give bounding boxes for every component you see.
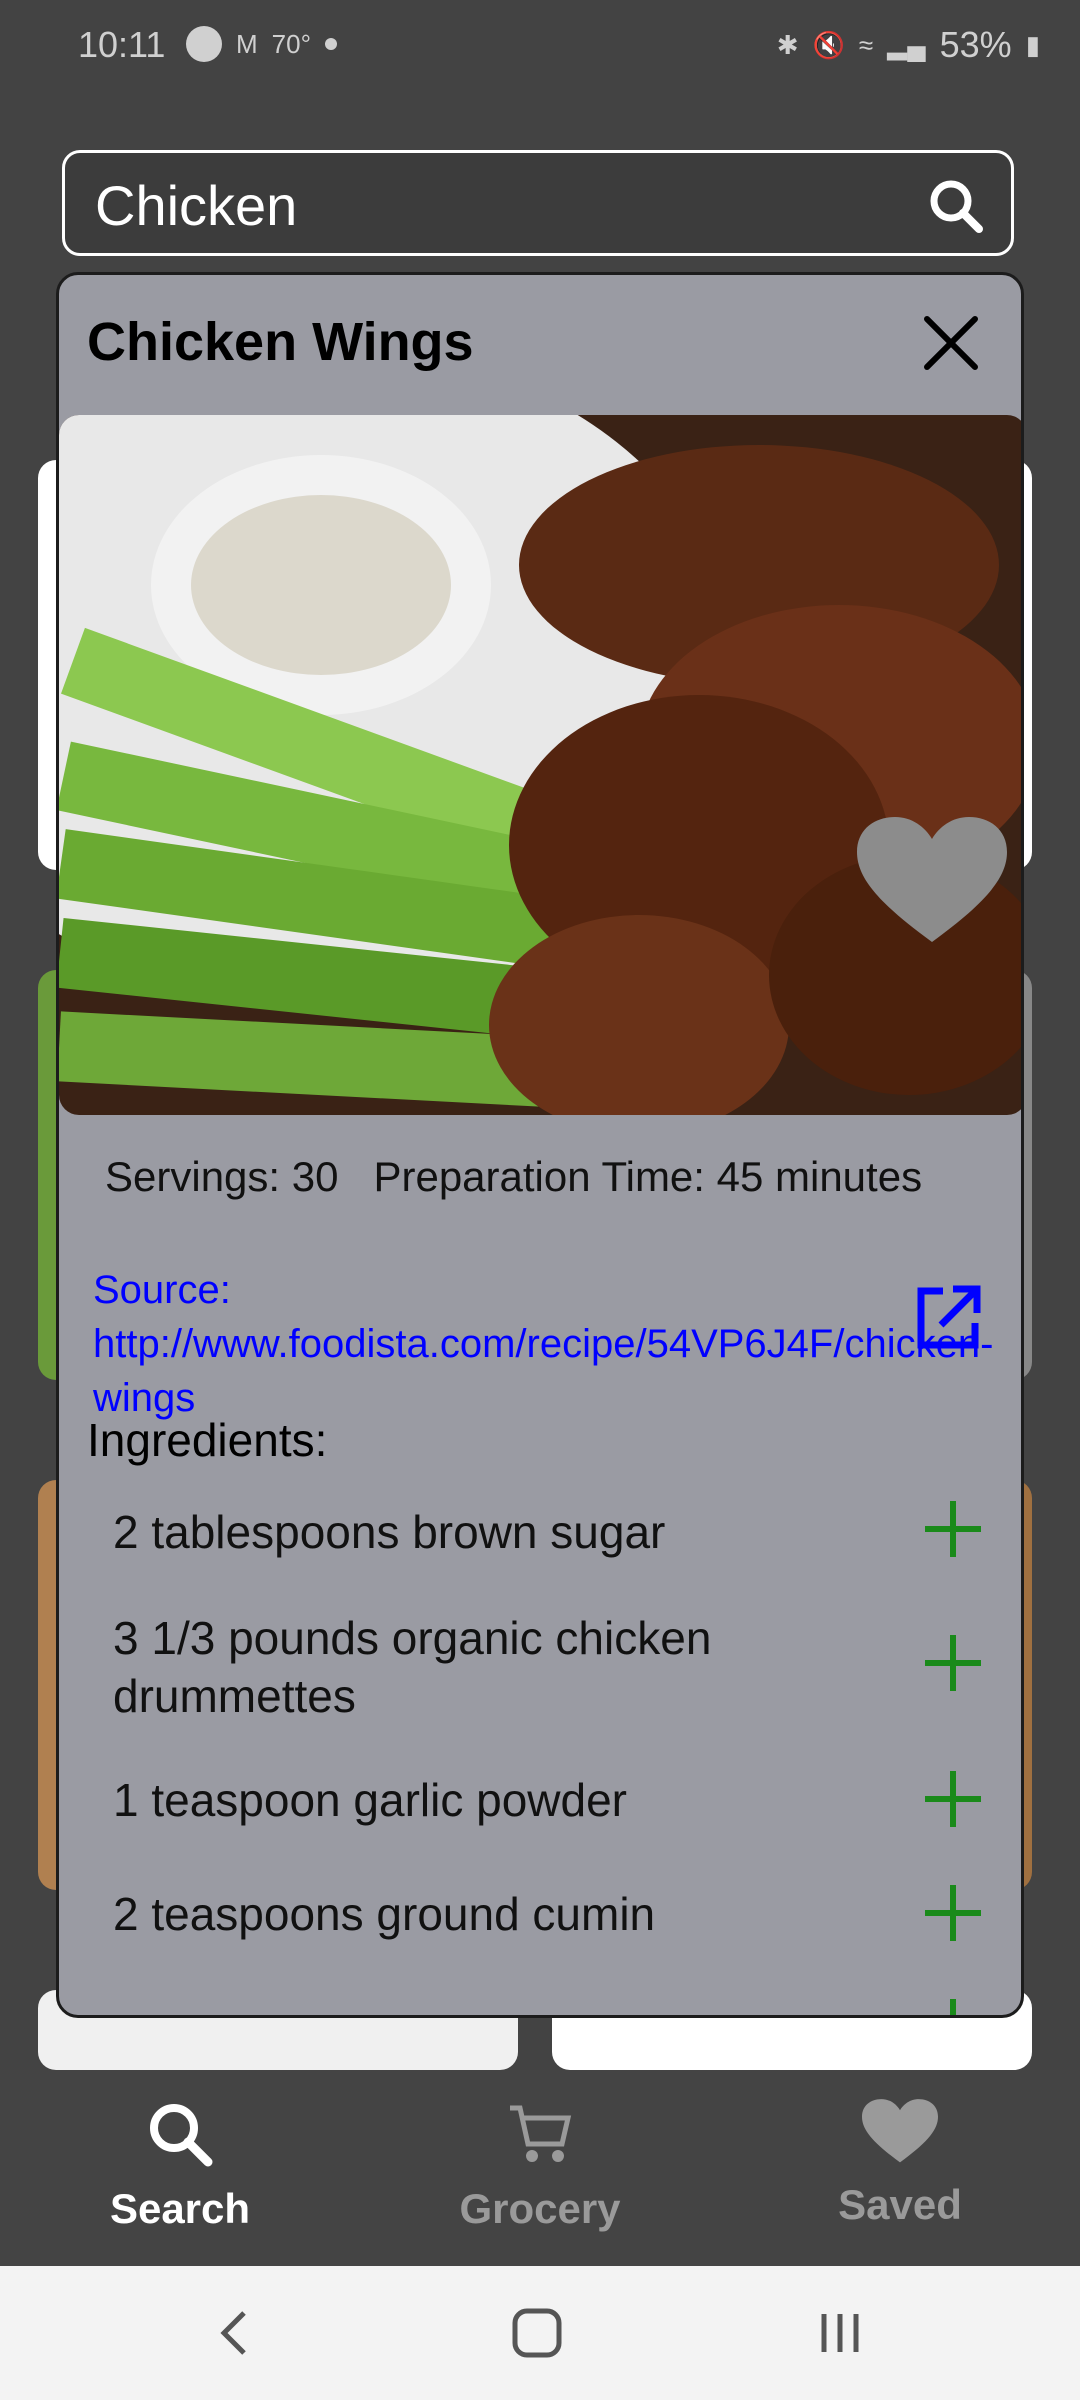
close-icon[interactable] (919, 311, 983, 375)
add-to-grocery-icon[interactable] (921, 1881, 985, 1945)
status-time: 10:11 (78, 24, 166, 65)
ingredients-heading: Ingredients: (87, 1414, 328, 1466)
add-to-grocery-icon[interactable] (921, 1497, 985, 1561)
wifi-icon: ≈ (858, 29, 874, 60)
recipe-info: Servings: 30 Preparation Time: 45 minute… (105, 1153, 923, 1200)
ingredient-item: 1 teaspoon garlic powder (113, 1774, 627, 1826)
bluetooth-icon: ✱ (776, 29, 799, 60)
system-navigation-bar (0, 2266, 1080, 2400)
nav-grocery-label: Grocery (459, 2185, 621, 2232)
signal-icon: ▂▄ (887, 29, 926, 60)
shopping-cart-icon (510, 2105, 572, 2162)
recipe-image (59, 415, 1021, 1115)
nav-search[interactable]: Search (60, 2098, 300, 2233)
ingredient-item: 2 tablespoons brown sugar (113, 1506, 666, 1558)
external-link-icon[interactable] (913, 1283, 983, 1353)
add-to-grocery-icon[interactable] (921, 1767, 985, 1831)
battery-icon: ▮ (1025, 29, 1040, 60)
heart-icon (862, 2099, 938, 2163)
recent-apps-icon[interactable] (818, 2308, 862, 2358)
status-bar: 10:11 M 70° ✱ 🔇 ≈ ▂▄ 53% ▮ (0, 0, 1080, 92)
search-input[interactable] (93, 171, 897, 239)
favorite-heart-icon[interactable] (857, 817, 1007, 947)
temperature-text: 70° (271, 28, 311, 59)
bottom-navigation: Search Grocery Saved (0, 2070, 1080, 2266)
add-to-grocery-icon[interactable] (921, 1631, 985, 1695)
nav-saved[interactable]: Saved (780, 2098, 1020, 2229)
source-link[interactable]: Source: http://www.foodista.com/recipe/5… (93, 1263, 993, 1425)
battery-text: 53% (939, 24, 1012, 65)
ingredient-item: 2 teaspoons ground cumin (113, 1888, 656, 1940)
more-notifications-icon (325, 38, 337, 50)
add-to-grocery-icon[interactable] (921, 1995, 985, 2018)
status-right-icons: ✱ 🔇 ≈ ▂▄ 53% ▮ (777, 24, 1040, 66)
ingredient-item: 3 1/3 pounds organic chicken drummettes (113, 1612, 712, 1722)
home-icon[interactable] (510, 2306, 564, 2360)
nav-saved-label: Saved (838, 2181, 962, 2228)
mute-icon: 🔇 (812, 29, 845, 60)
search-icon (150, 2104, 213, 2167)
search-bar (62, 150, 1014, 256)
search-icon[interactable] (927, 177, 985, 235)
back-icon[interactable] (214, 2308, 254, 2358)
gmail-icon: M (236, 28, 258, 59)
recipe-title: Chicken Wings (87, 312, 474, 372)
recipe-modal: Chicken Wings Servings: 30 Preparation T… (56, 272, 1024, 2018)
nav-search-label: Search (109, 2185, 251, 2232)
status-left-icons: M 70° (186, 26, 337, 62)
nav-grocery[interactable]: Grocery (420, 2098, 660, 2233)
app-notification-icon (186, 26, 222, 62)
